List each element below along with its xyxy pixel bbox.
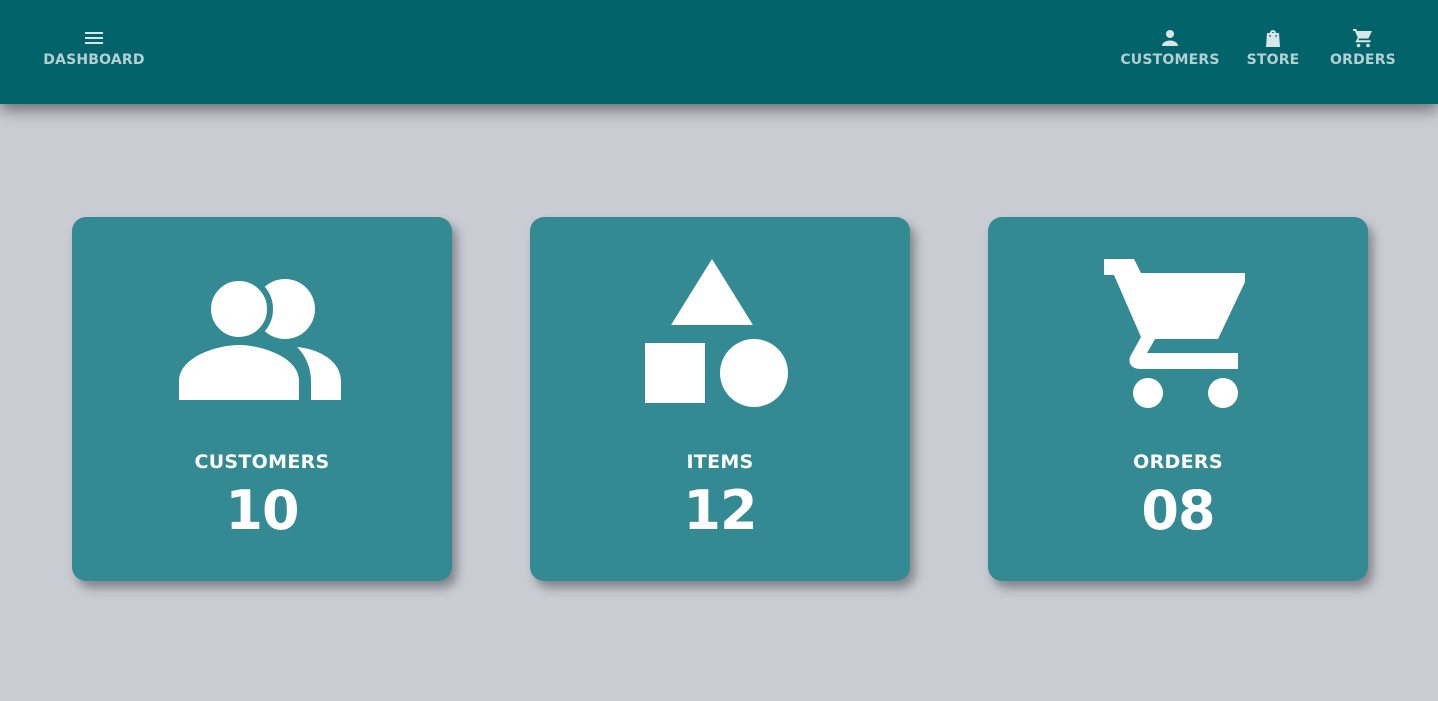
nav-orders-label: ORDERS [1330,52,1396,68]
nav-customers-label: CUSTOMERS [1120,52,1220,68]
shapes-icon [530,255,910,411]
shopping-cart-icon [1351,26,1375,50]
shopping-bag-icon [1261,26,1285,50]
customers-card[interactable]: CUSTOMERS 10 [72,217,452,581]
person-icon [1158,26,1182,50]
nav-dashboard-label: DASHBOARD [43,52,145,68]
nav-dashboard[interactable]: DASHBOARD [43,26,145,68]
orders-card[interactable]: ORDERS 08 [988,217,1368,581]
menu-icon[interactable] [82,26,106,50]
nav-store[interactable]: STORE [1247,26,1299,68]
top-app-bar: DASHBOARD CUSTOMERS STORE ORDERS [0,0,1438,104]
orders-card-label: ORDERS [1133,451,1223,473]
customers-card-label: CUSTOMERS [194,451,330,473]
shopping-cart-icon [988,255,1368,411]
nav-store-label: STORE [1246,52,1300,68]
items-card[interactable]: ITEMS 12 [530,217,910,581]
items-count: 12 [683,479,757,542]
nav-customers[interactable]: CUSTOMERS [1120,26,1219,68]
orders-count: 08 [1141,479,1215,542]
customers-count: 10 [225,479,299,542]
items-card-label: ITEMS [686,451,754,473]
nav-orders[interactable]: ORDERS [1330,26,1396,68]
people-icon [72,255,452,411]
